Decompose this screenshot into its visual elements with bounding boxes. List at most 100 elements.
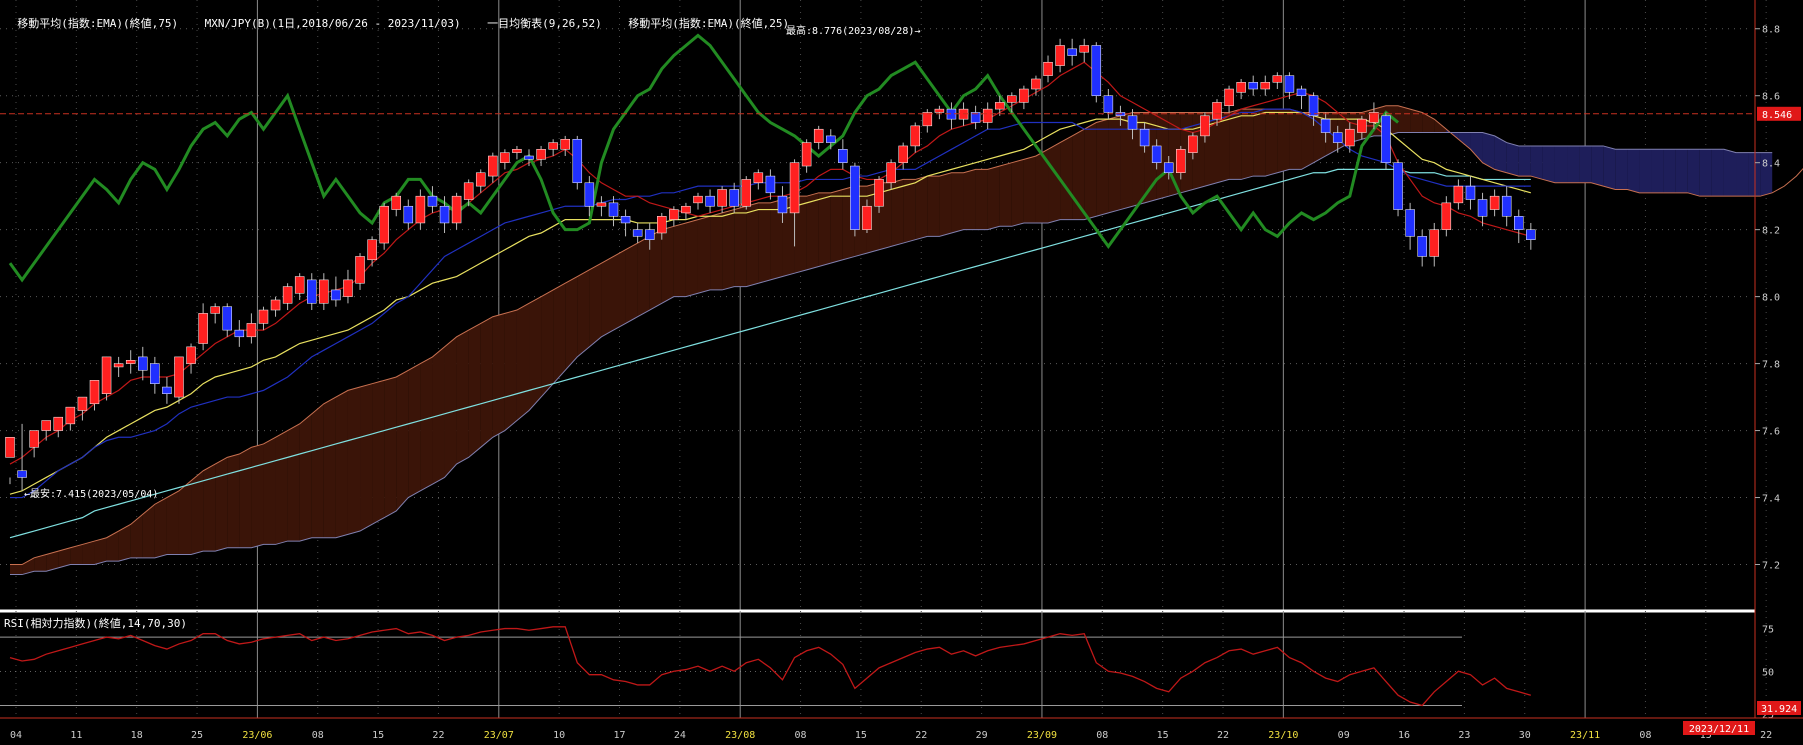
kumo-segment-bullish [251,443,264,548]
candle-bullish [367,239,377,261]
kumo-segment-bearish [1567,145,1580,183]
candle-bullish [1489,195,1500,210]
kumo-segment-bearish [1723,149,1737,197]
kumo-segment-bullish [1241,109,1254,180]
candle-bullish [693,195,703,204]
kumo-segment-bullish [384,376,397,518]
kumo-segment-bearish [1699,149,1712,197]
candle-bearish [1477,199,1488,217]
kumo-segment-bearish [1506,142,1519,177]
rsi-axis: 75502531.924 [1757,625,1801,721]
candle-bearish [1284,75,1295,93]
candle-bullish [512,149,522,153]
rsi-series [9,626,1531,707]
candle-bullish [1031,78,1041,90]
kumo-segment-bullish [1048,142,1061,223]
date-tick-label: 22 [1217,730,1229,741]
date-tick-label: 11 [70,730,82,741]
candle-bullish [1272,75,1283,83]
candle-bullish [89,380,100,405]
price-tick-label: 8.0 [1762,293,1780,304]
candle-bullish [125,360,136,364]
candle-bullish [910,125,920,147]
price-tick-label: 8.8 [1762,25,1780,36]
date-tick-label: 22 [432,730,444,741]
main-price-panel[interactable] [0,0,1803,611]
kumo-segment-bullish [468,323,481,458]
candle-bullish [343,279,353,297]
kumo-segment-bullish [372,380,385,525]
candle-bullish [1429,229,1440,257]
candle-bearish [1308,95,1319,117]
candle-bullish [113,363,124,368]
kumo-segment-bearish [1542,145,1555,183]
date-tick-label: 18 [131,730,143,741]
candle-bearish [162,386,172,394]
kumo-segment-bullish [673,222,686,297]
kumo-segment-bearish [1639,149,1652,193]
kumo-segment-bullish [589,263,602,347]
candle-bullish [1453,185,1464,204]
candle-bullish [560,138,570,150]
kumo-segment-bearish [1748,152,1761,197]
candle-bullish [898,145,908,163]
kumo-segment-bullish [529,296,542,411]
date-tick-label: 23/07 [484,730,514,741]
date-tick-label: 17 [613,730,625,741]
kumo-segment-bullish [1023,155,1036,223]
kumo-segment-bearish [1736,152,1749,197]
kumo-segment-bullish [275,430,288,545]
candle-bearish [1163,162,1174,173]
candle-bullish [874,179,884,207]
candle-bullish [657,216,667,234]
candle-bearish [234,329,245,338]
candle-bearish [1127,115,1138,130]
candle-bearish [1417,236,1427,257]
price-tick-label: 8.4 [1762,159,1780,170]
candle-bearish [620,216,631,224]
candle-bearish [1091,45,1102,96]
date-tick-label: 15 [855,730,867,741]
candle-bearish [826,135,836,143]
candle-bullish [596,202,607,207]
price-tick-label: 7.2 [1762,561,1780,572]
candle-bullish [1357,118,1367,133]
candle-bearish [524,155,534,160]
current-price-label: 8.546 [1762,110,1792,121]
candle-bearish [850,165,860,230]
kumo-segment-bullish [335,390,348,538]
candle-bullish [1224,88,1234,107]
candle-bullish [1441,202,1452,230]
kumo-segment-bearish [1591,145,1604,187]
kumo-segment-bullish [601,256,614,337]
candle-bullish [1200,115,1210,137]
kumo-segment-bullish [1060,135,1073,220]
kumo-segment-bullish [915,176,928,240]
candle-bullish [258,309,269,324]
header-symbol: MXN/JPY(B)(1日,2018/06/26 - 2023/11/03) [204,17,461,30]
candle-bearish [222,306,233,331]
kumo-segment-bullish [82,541,95,565]
date-tick-label: 30 [1519,730,1531,741]
kumo-segment-bullish [311,403,324,538]
candle-bearish [1526,229,1536,240]
date-tick-label: 23/09 [1027,730,1057,741]
candle-bullish [355,256,365,284]
kumo-segment-bullish [299,413,312,542]
kumo-segment-bullish [1229,109,1242,180]
rsi-panel[interactable] [0,611,1803,718]
kumo-segment-bullish [504,310,517,431]
candle-bearish [331,289,341,301]
candle-bullish [415,195,426,224]
kumo-segment-bullish [492,313,505,438]
candle-bearish [1103,95,1114,113]
candle-bullish [1176,149,1186,173]
candle-bullish [862,205,872,230]
rsi-tick-label: 75 [1762,625,1774,636]
kumo-segment-bullish [1217,112,1230,183]
header-ichimoku: 一目均衡表(9,26,52) [487,17,602,30]
candle-bullish [391,195,401,210]
candle-bullish [174,356,184,398]
candle-bearish [1514,216,1524,230]
candle-bullish [922,112,933,127]
